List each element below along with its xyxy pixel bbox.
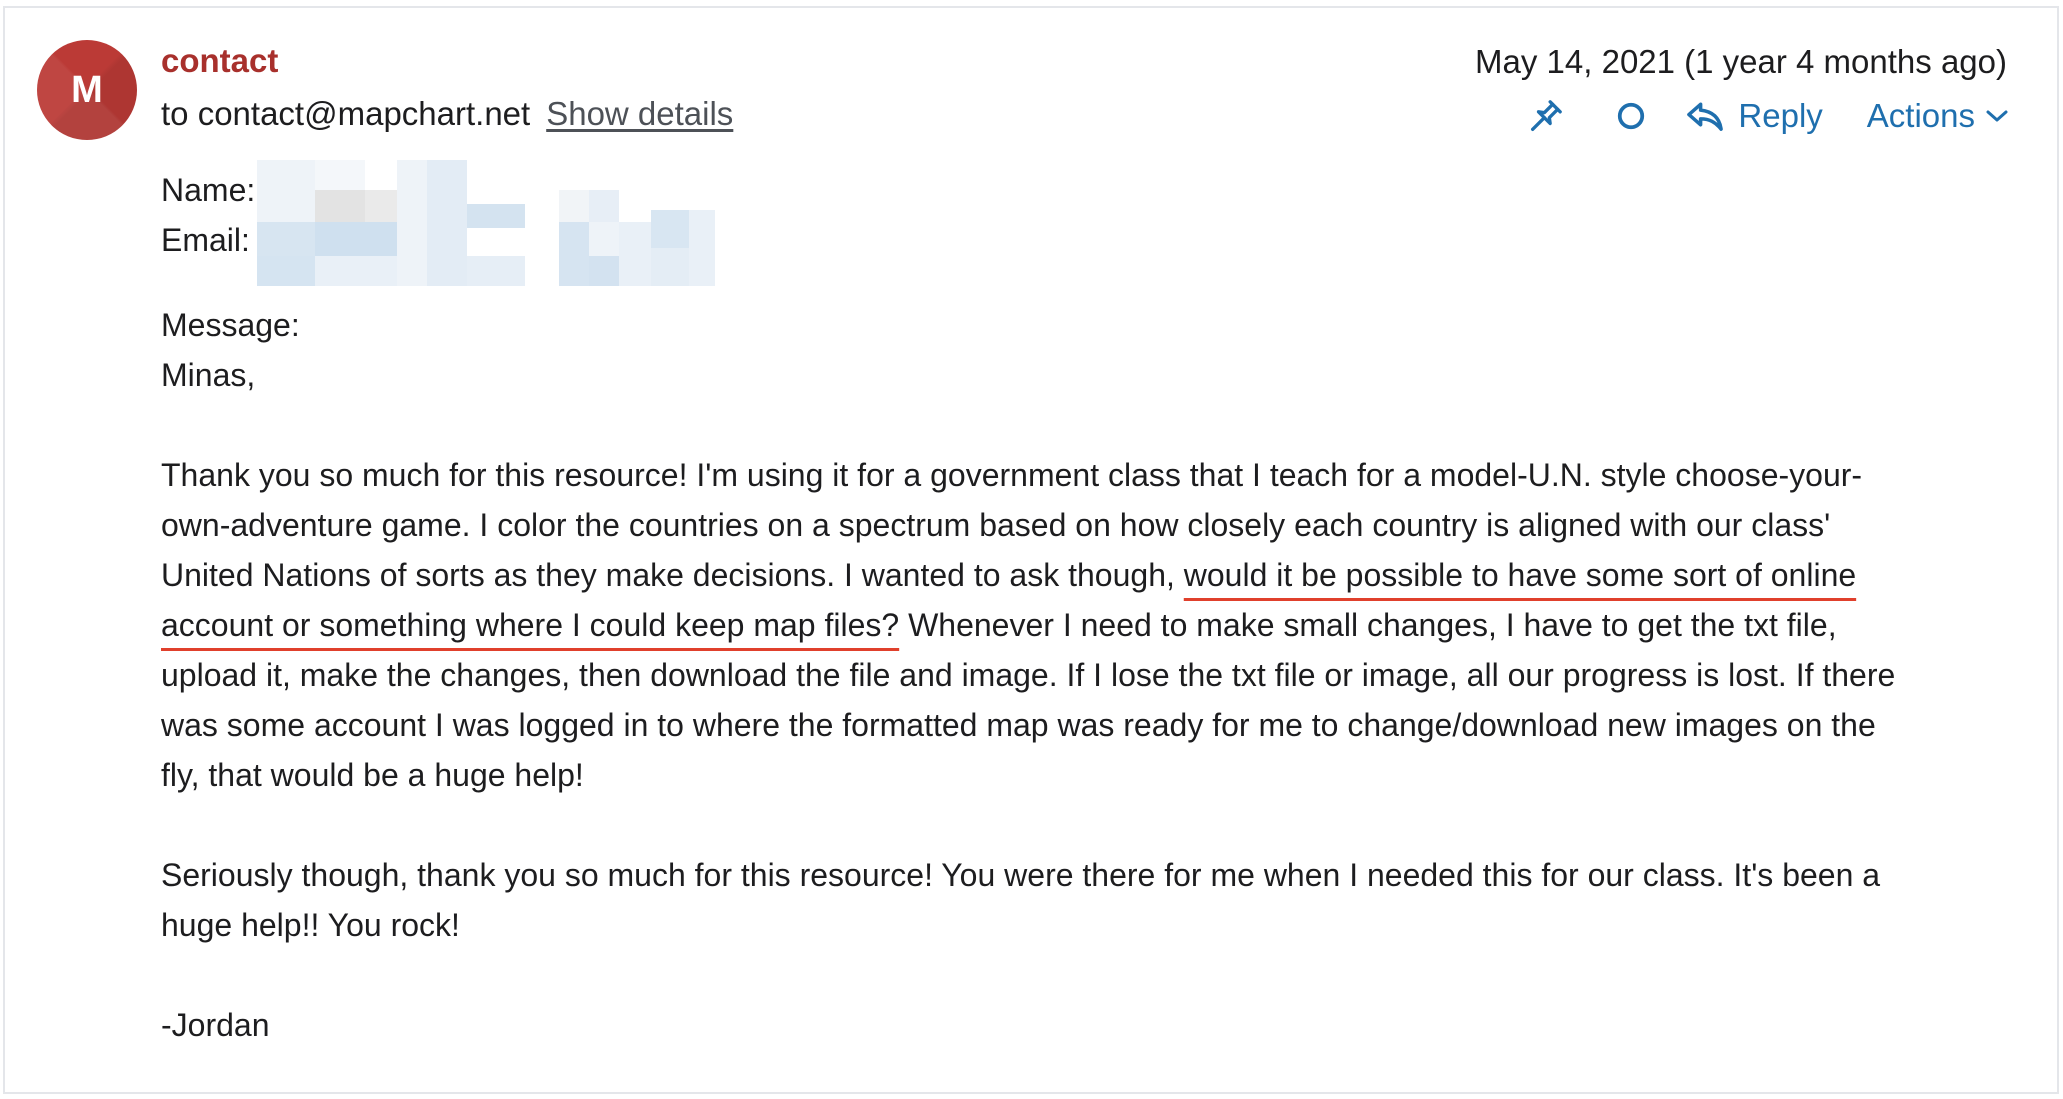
recipient-address: contact@mapchart.net [197, 95, 531, 132]
message-label: Message: [161, 307, 300, 343]
actions-label: Actions [1866, 97, 1975, 134]
sender-name[interactable]: contact [161, 42, 278, 80]
reply-button[interactable]: Reply [1686, 97, 1823, 135]
chevron-down-icon [1986, 110, 2008, 122]
reply-icon [1687, 102, 1724, 131]
recipient-line: to contact@mapchart.net Show details [161, 95, 733, 133]
message-body: Message: Minas, Thank you so much for th… [161, 168, 1921, 1050]
avatar: M [37, 40, 137, 140]
actions-menu-button[interactable]: Actions [1867, 97, 2009, 135]
message-paragraph-1: Thank you so much for this resource! I'm… [161, 450, 1921, 800]
recipient-prefix: to [161, 95, 198, 132]
message-date: May 14, 2021 (1 year 4 months ago) [1475, 43, 2007, 80]
mark-read-button[interactable] [1616, 101, 1646, 131]
message-paragraph-2: Seriously though, thank you so much for … [161, 857, 1881, 943]
pin-icon [1531, 100, 1563, 131]
circle-icon [1618, 102, 1645, 130]
reply-label: Reply [1738, 97, 1823, 134]
email-card: M contact to contact@mapchart.net Show de… [3, 6, 2059, 1094]
message-toolbar: Reply Actions [1526, 94, 2009, 138]
avatar-letter: M [71, 69, 103, 111]
greeting: Minas, [161, 357, 256, 393]
signature: -Jordan [161, 1007, 270, 1043]
show-details-link[interactable]: Show details [546, 95, 733, 132]
pin-button[interactable] [1526, 96, 1566, 136]
